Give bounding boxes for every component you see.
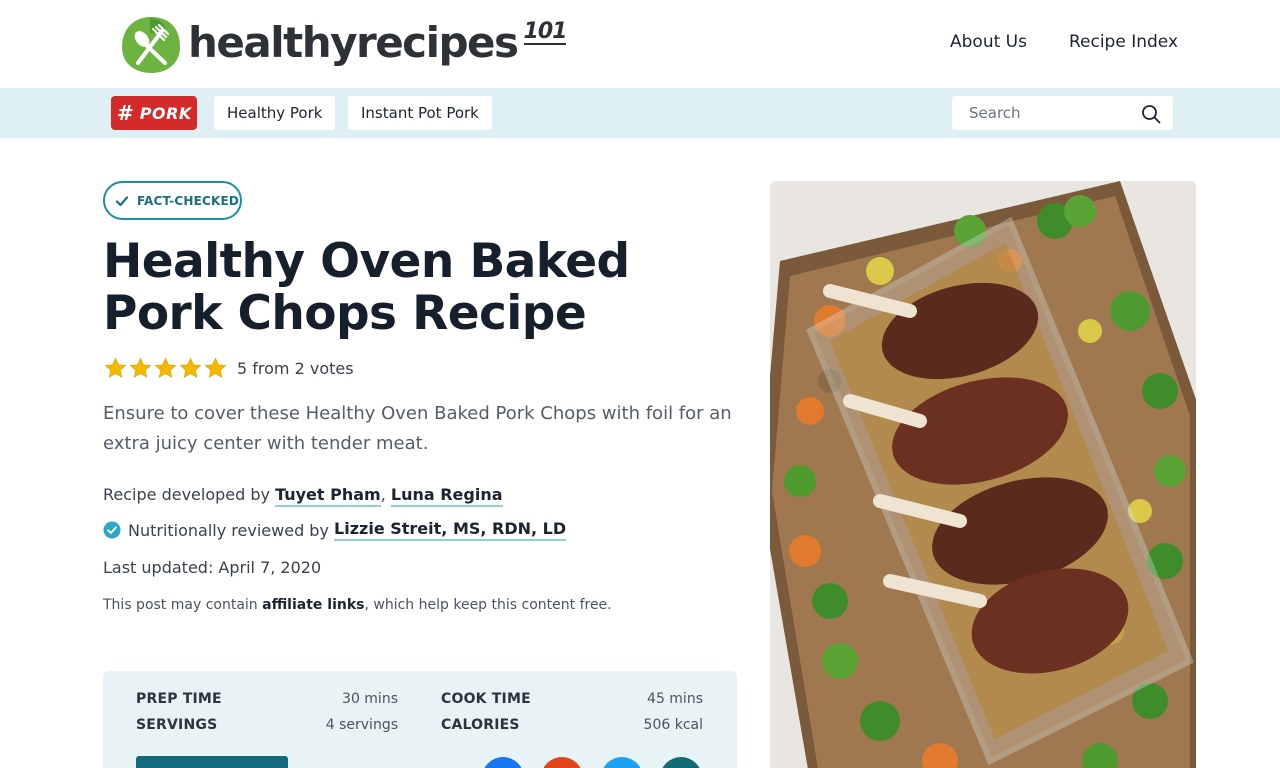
logo-101: 101 — [523, 19, 567, 45]
jump-to-recipe-button[interactable] — [136, 756, 288, 768]
email-share-icon[interactable] — [660, 757, 702, 768]
category-bar: # PORK Healthy Pork Instant Pot Pork — [0, 88, 1280, 138]
meta-row-times: PREP TIME 30 mins COOK TIME 45 mins — [136, 691, 703, 711]
recipe-description: Ensure to cover these Healthy Oven Baked… — [103, 403, 732, 454]
fact-checked-badge[interactable]: FACT-CHECKED — [103, 181, 242, 220]
page-title: Healthy Oven Baked Pork Chops Recipe — [103, 234, 630, 341]
affiliate-text-pre: This post may contain — [103, 597, 263, 613]
servings-value: 4 servings — [325, 717, 398, 733]
pork-category-badge[interactable]: # PORK — [111, 96, 197, 130]
affiliate-disclosure: This post may contain affiliate links, w… — [103, 597, 612, 613]
recipe-rating: 5 from 2 votes — [104, 357, 354, 380]
reviewer-link[interactable]: Lizzie Streit, MS, RDN, LD — [334, 519, 567, 541]
affiliate-link[interactable]: affiliate links — [262, 597, 364, 613]
nav-about-us[interactable]: About Us — [950, 32, 1027, 52]
reviewed-prefix: Nutritionally reviewed by — [128, 520, 329, 540]
servings-label: SERVINGS — [136, 717, 218, 733]
site-logo[interactable]: healthyrecipes 101 — [120, 12, 567, 76]
checkmark-icon — [115, 195, 129, 206]
author-link-luna-regina[interactable]: Luna Regina — [390, 485, 503, 507]
star-icon[interactable] — [179, 357, 202, 380]
twitter-share-icon[interactable] — [601, 757, 643, 768]
author-link-tuyet-pham[interactable]: Tuyet Pham — [275, 485, 381, 507]
calories-value: 506 kcal — [643, 717, 703, 733]
search-box — [952, 96, 1173, 130]
last-updated: Last updated: April 7, 2020 — [103, 558, 321, 577]
logo-wordmark: healthyrecipes — [188, 17, 519, 67]
nutrition-review: Nutritionally reviewed by Lizzie Streit,… — [103, 519, 567, 541]
rating-summary: 5 from 2 votes — [237, 359, 354, 378]
nav-recipe-index[interactable]: Recipe Index — [1069, 32, 1178, 52]
chip-instant-pot-pork[interactable]: Instant Pot Pork — [348, 96, 492, 130]
pinterest-share-icon[interactable] — [541, 757, 583, 768]
star-icon[interactable] — [104, 357, 127, 380]
search-input[interactable] — [952, 96, 1132, 130]
recipe-byline: Recipe developed by Tuyet Pham, Luna Reg… — [103, 485, 503, 507]
star-icon[interactable] — [154, 357, 177, 380]
updated-label: Last updated: — [103, 558, 219, 577]
calories-label: CALORIES — [441, 717, 520, 733]
byline-prefix: Recipe developed by — [103, 485, 276, 504]
updated-date: April 7, 2020 — [218, 558, 322, 577]
star-icon[interactable] — [204, 357, 227, 380]
hero-recipe-photo — [770, 181, 1196, 768]
cook-time-label: COOK TIME — [441, 691, 531, 707]
star-rating[interactable] — [104, 357, 227, 380]
prep-time-value: 30 mins — [342, 691, 398, 707]
hash-symbol: # — [117, 101, 134, 125]
site-header: healthyrecipes 101 About Us Recipe Index — [0, 0, 1280, 88]
verified-check-icon — [103, 521, 121, 539]
affiliate-text-post: , which help keep this content free. — [364, 597, 612, 613]
cook-time-value: 45 mins — [647, 691, 703, 707]
pork-label: PORK — [139, 103, 192, 123]
meta-row-servings: SERVINGS 4 servings CALORIES 506 kcal — [136, 717, 703, 737]
recipe-meta-card: PREP TIME 30 mins COOK TIME 45 mins SERV… — [103, 671, 737, 768]
star-icon[interactable] — [129, 357, 152, 380]
search-icon[interactable] — [1141, 104, 1161, 124]
chip-healthy-pork[interactable]: Healthy Pork — [214, 96, 336, 130]
fact-checked-label: FACT-CHECKED — [137, 193, 240, 208]
top-navigation: About Us Recipe Index — [950, 32, 1178, 52]
prep-time-label: PREP TIME — [136, 691, 222, 707]
facebook-share-icon[interactable] — [482, 757, 524, 768]
leaf-fork-logo-icon — [122, 17, 180, 73]
pork-chops-photo — [770, 181, 1196, 768]
